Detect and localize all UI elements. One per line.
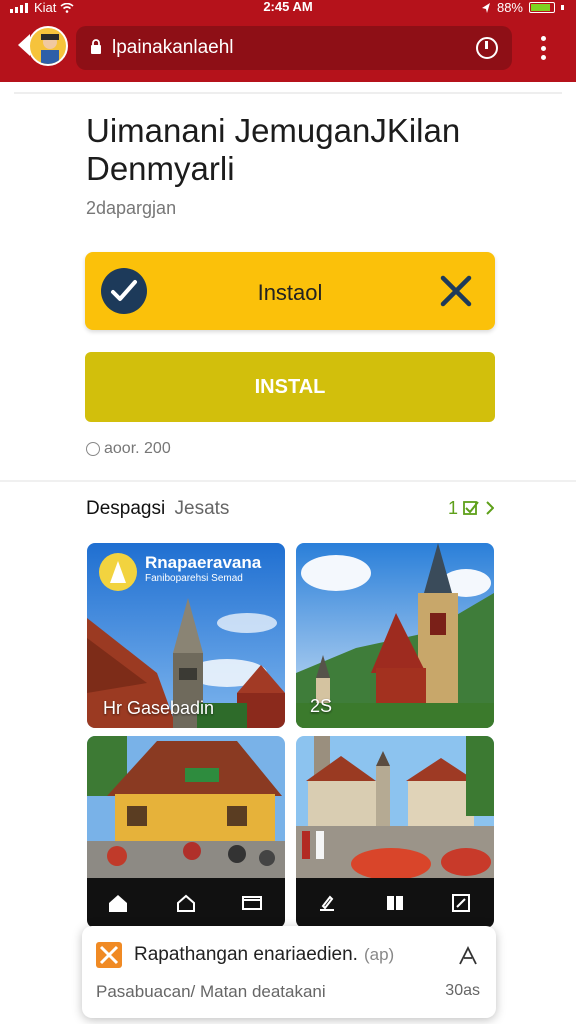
section-see-more[interactable]: 1 xyxy=(447,498,495,519)
checkbox-icon xyxy=(463,501,479,515)
avatar[interactable] xyxy=(28,26,68,66)
app-developer: 2dapargjan xyxy=(86,198,177,218)
card-caption: 2S xyxy=(310,696,333,716)
bottom-sheet[interactable]: Rapathangan enariaedien. (ap) Pasabuacan/… xyxy=(82,926,496,1018)
lock-icon xyxy=(91,39,101,54)
gallery-card[interactable]: 2S xyxy=(296,543,494,728)
sheet-app-name: Rapathangan enariaedien. xyxy=(134,944,358,965)
home-icon[interactable] xyxy=(107,892,129,914)
house-outline-icon[interactable] xyxy=(175,892,197,914)
install-secondary-button[interactable]: INSTAL xyxy=(85,352,495,422)
share-icon[interactable] xyxy=(456,944,480,968)
page-title: Uimanani JemuganJKilan Denmyarli xyxy=(86,112,461,187)
sheet-title: Rapathangan enariaedien. (ap) xyxy=(134,944,394,966)
meta-text: aoor. 200 xyxy=(104,440,171,457)
reload-icon[interactable] xyxy=(476,37,498,59)
heritage-photo xyxy=(296,736,494,880)
gallery-card[interactable] xyxy=(87,736,285,928)
app-icon xyxy=(96,942,122,968)
chevron-right-icon xyxy=(486,501,495,515)
card-caption: Hr Gasebadin xyxy=(103,698,215,718)
close-icon[interactable] xyxy=(439,274,473,308)
location-icon xyxy=(481,2,490,13)
section-heading: Despagsi Jesats xyxy=(86,498,229,520)
install-button-label: Instaol xyxy=(257,280,323,305)
bottom-nav xyxy=(296,878,494,928)
window-icon[interactable] xyxy=(241,892,263,914)
sheet-size: 30as xyxy=(445,982,480,999)
section-count: 1 xyxy=(447,498,458,518)
app-meta: aoor. 200 xyxy=(86,440,171,458)
more-menu-icon[interactable] xyxy=(541,36,546,60)
battery-cap xyxy=(561,5,564,10)
place-badge-icon xyxy=(99,553,137,591)
section-title: Despagsi xyxy=(86,498,166,519)
avatar-image xyxy=(41,34,59,64)
status-right: 88% xyxy=(481,0,564,15)
edit-icon[interactable] xyxy=(450,892,472,914)
card-title: Rnapaeravana xyxy=(145,553,262,572)
status-bar: Kiat 2:45 AM 88% xyxy=(0,0,576,16)
url-text: lpainakanlaehl xyxy=(112,37,234,58)
card-subtitle: Faniboparehsi Semad xyxy=(145,573,243,584)
section-subtitle: Jesats xyxy=(174,498,230,519)
gallery-card[interactable]: Rnapaeravana Faniboparehsi Semad Hr Gase… xyxy=(87,543,285,728)
clock-icon xyxy=(86,442,100,456)
battery-percent: 88% xyxy=(496,0,523,15)
book-icon[interactable] xyxy=(384,892,406,914)
browser-toolbar: Kiat 2:45 AM 88% lpainakanlaehl xyxy=(0,0,576,82)
battery-fill xyxy=(531,4,550,11)
install-button[interactable]: Instaol xyxy=(85,252,495,330)
sheet-subtitle: Pasabuacan/ Matan deatakani xyxy=(96,982,326,1001)
battery-icon xyxy=(529,2,555,13)
draw-icon[interactable] xyxy=(316,892,338,914)
address-bar[interactable]: lpainakanlaehl xyxy=(76,26,512,70)
divider xyxy=(0,480,576,482)
building-photo xyxy=(87,736,285,878)
sheet-tag: (ap) xyxy=(363,945,395,964)
divider xyxy=(14,92,562,94)
gallery-card[interactable] xyxy=(296,736,494,928)
bottom-nav xyxy=(87,878,285,928)
install-secondary-label: INSTAL xyxy=(254,376,326,398)
